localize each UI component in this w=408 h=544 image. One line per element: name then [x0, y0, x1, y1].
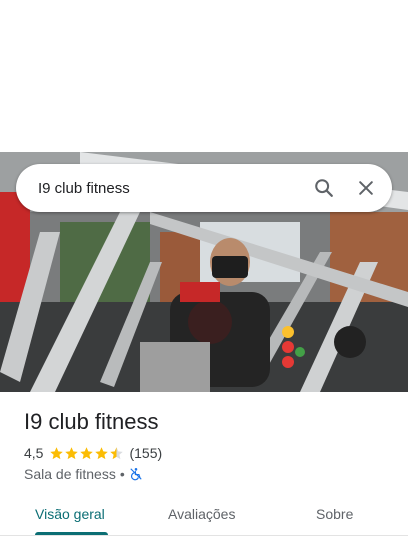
- close-button[interactable]: [346, 168, 386, 208]
- tab-about[interactable]: Sobre: [316, 506, 353, 522]
- star-icon: [80, 446, 94, 459]
- tab-reviews[interactable]: Avaliações: [168, 506, 235, 522]
- wheelchair-not-accessible-icon[interactable]: [129, 467, 143, 481]
- active-tab-indicator: [35, 532, 108, 535]
- place-category: Sala de fitness: [24, 466, 116, 482]
- review-count[interactable]: (155): [129, 445, 162, 461]
- rating-row[interactable]: 4,5 (155): [24, 444, 162, 462]
- close-icon: [359, 181, 373, 195]
- star-rating: [49, 446, 124, 461]
- app-root: I9 club fitness I9 club fitness 4,5 (155…: [0, 0, 408, 544]
- search-button[interactable]: [304, 168, 344, 208]
- star-icon: [65, 446, 79, 459]
- star-icon: [95, 446, 109, 459]
- rating-value: 4,5: [24, 445, 44, 461]
- star-icon: [110, 446, 124, 459]
- place-title: I9 club fitness: [24, 409, 159, 434]
- place-tabs: Visão geral Avaliações Sobre: [0, 496, 408, 536]
- category-separator: •: [119, 466, 125, 482]
- search-icon: [315, 179, 333, 197]
- tab-overview[interactable]: Visão geral: [35, 506, 105, 522]
- star-icon: [50, 446, 64, 459]
- search-input[interactable]: I9 club fitness: [38, 180, 304, 197]
- category-row: Sala de fitness •: [24, 465, 143, 483]
- search-bar[interactable]: I9 club fitness: [16, 164, 392, 212]
